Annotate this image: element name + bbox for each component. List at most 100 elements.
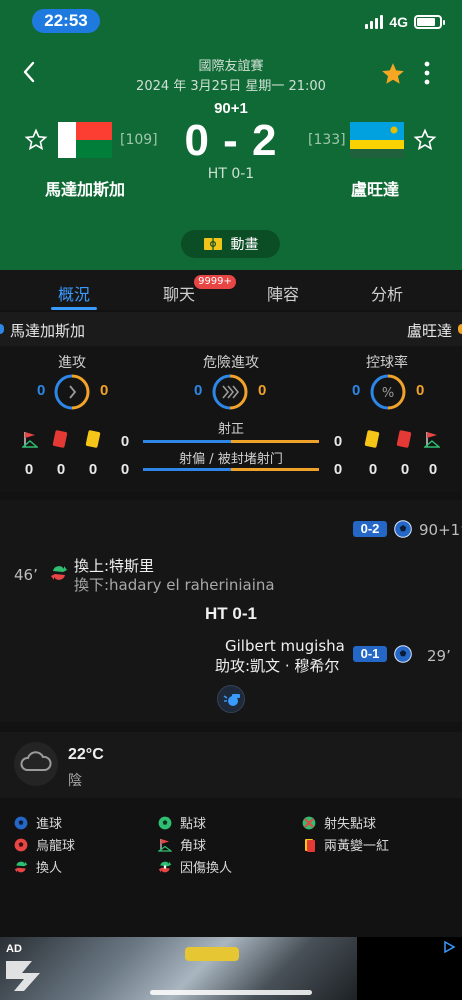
home-shots-off-bar (143, 468, 231, 471)
home-shots-on-target: 0 (120, 433, 130, 450)
substitution-icon (51, 566, 67, 580)
away-shots-off-bar (231, 468, 319, 471)
rwanda-flag-icon (350, 122, 404, 158)
home-corners-count: 0 (24, 461, 34, 478)
away-corner-icon (424, 432, 440, 448)
shots-on-target-label: 射正 (217, 422, 244, 437)
home-yellow-count: 0 (88, 461, 98, 478)
shots-off-blocked-label: 射偏 / 被封堵射门 (179, 452, 283, 467)
cloud-icon (20, 751, 52, 771)
goal-assist[interactable]: 助攻:凱文 · 穆希尔 (215, 655, 339, 676)
home-team-label: 馬達加斯加 (10, 322, 86, 340)
goal-ball-icon (394, 520, 412, 538)
legend-corner: 角球 (158, 835, 206, 854)
away-yellow-count: 0 (368, 461, 378, 478)
animation-label: 動畫 (230, 237, 259, 253)
penalty-icon (158, 816, 172, 829)
favorite-star-icon[interactable] (380, 61, 406, 87)
legend-second-yellow: 兩黃變一紅 (302, 835, 389, 854)
sub-in-player[interactable]: 換上:特斯里 (74, 555, 154, 576)
signal-icon (365, 15, 384, 29)
event-legend: 進球 點球 射失點球 烏龍球 角球 兩黃變一紅 換人 因傷換人 (0, 806, 462, 936)
possession-percent-glyph: % (382, 386, 394, 401)
weather-icon-wrap (14, 742, 58, 786)
home-attack-value: 0 (37, 382, 46, 399)
away-team-name[interactable]: 盧旺達 (351, 176, 399, 200)
legend-own-goal: 烏龍球 (14, 835, 75, 854)
event-minute: 46’ (14, 566, 38, 584)
weather-condition: 陰 (68, 773, 82, 789)
home-color-dot (0, 324, 4, 334)
away-shots-on-target-bar (231, 440, 319, 443)
tab-lineup[interactable]: 陣容 (243, 281, 323, 305)
attack-ring-icon (54, 374, 90, 410)
home-yellow-card-icon (85, 429, 101, 449)
home-shots-off-blocked: 0 (120, 461, 130, 478)
away-attack-value: 0 (100, 382, 109, 399)
active-tab-indicator (51, 307, 97, 310)
possession-ring-icon: % (370, 374, 406, 410)
event-minute: 29’ (427, 647, 451, 665)
match-minute: 90+1 (214, 100, 248, 117)
whistle-icon (217, 685, 245, 713)
corner-icon (158, 838, 172, 852)
sub-out-player[interactable]: 換下:hadary el raheriniaina (74, 574, 275, 595)
legend-injury-sub: 因傷換人 (158, 857, 232, 876)
more-options-icon[interactable] (420, 60, 434, 86)
home-red-card-icon (52, 429, 68, 449)
away-shots-on-target: 0 (333, 433, 343, 450)
away-corners-count: 0 (428, 461, 438, 478)
home-red-count: 0 (56, 461, 66, 478)
animation-button[interactable]: 動畫 (181, 230, 280, 258)
ad-game-logo (6, 961, 40, 991)
own-goal-icon (14, 838, 28, 851)
ad-label: AD (6, 943, 22, 955)
away-rank: [133] (308, 132, 346, 148)
goal-scorer[interactable]: Gilbert mugisha (225, 637, 345, 655)
goal-ball-icon (394, 645, 412, 663)
away-team-label: 盧旺達 (406, 322, 452, 340)
stats-panel: 進攻 0 0 危險進攻 0 0 控球率 0 % 0 0 射正 0 0 0 0 0… (0, 346, 462, 492)
away-red-count: 0 (400, 461, 410, 478)
legend-missed-penalty: 射失點球 (302, 813, 376, 832)
attack-label: 進攻 (58, 355, 86, 371)
match-header: 22:53 4G 國際友誼賽 2024 年 3月25日 星期一 21:00 [1… (0, 0, 462, 270)
possession-label: 控球率 (366, 355, 408, 371)
away-red-card-icon (396, 429, 412, 449)
tab-overview[interactable]: 概況 (34, 281, 114, 305)
away-color-dot (458, 324, 462, 334)
missed-penalty-icon (302, 816, 316, 829)
status-icons: 4G (365, 14, 445, 30)
dangerous-attack-label: 危險進攻 (203, 355, 259, 371)
pitch-icon (203, 238, 222, 250)
legend-substitution: 換人 (14, 857, 62, 876)
goal-icon (14, 816, 28, 829)
home-dangerous-attack-value: 0 (194, 382, 203, 399)
home-indicator (150, 990, 312, 995)
tab-analysis[interactable]: 分析 (347, 281, 427, 305)
away-yellow-card-icon (364, 429, 380, 449)
half-time-divider: HT 0-1 (205, 604, 257, 623)
temperature: 22°C (68, 746, 104, 763)
away-shots-off-blocked: 0 (333, 461, 343, 478)
dangerous-attack-ring-icon (212, 374, 248, 410)
ad-choices-icon[interactable] (442, 940, 456, 954)
away-dangerous-attack-value: 0 (258, 382, 267, 399)
goal-score-badge: 0-2 (353, 521, 387, 537)
chat-count-badge: 9999+ (194, 275, 236, 289)
goal-score-badge: 0-1 (353, 646, 387, 662)
legend-goal: 進球 (14, 813, 62, 832)
network-label: 4G (389, 14, 408, 30)
home-corner-icon (22, 432, 38, 448)
home-possession-value: 0 (352, 382, 361, 399)
substitution-icon (14, 861, 28, 872)
weather-panel: 22°C 陰 (0, 732, 462, 798)
status-time: 22:53 (32, 9, 100, 33)
away-possession-value: 0 (416, 382, 425, 399)
legend-penalty: 點球 (158, 813, 206, 832)
event-minute: 90+1’ (419, 521, 462, 539)
away-follow-star-icon[interactable] (413, 128, 437, 152)
home-shots-on-target-bar (143, 440, 231, 443)
team-labels-bar: 馬達加斯加 盧旺達 (0, 312, 462, 346)
ad-car-shape (185, 947, 239, 961)
